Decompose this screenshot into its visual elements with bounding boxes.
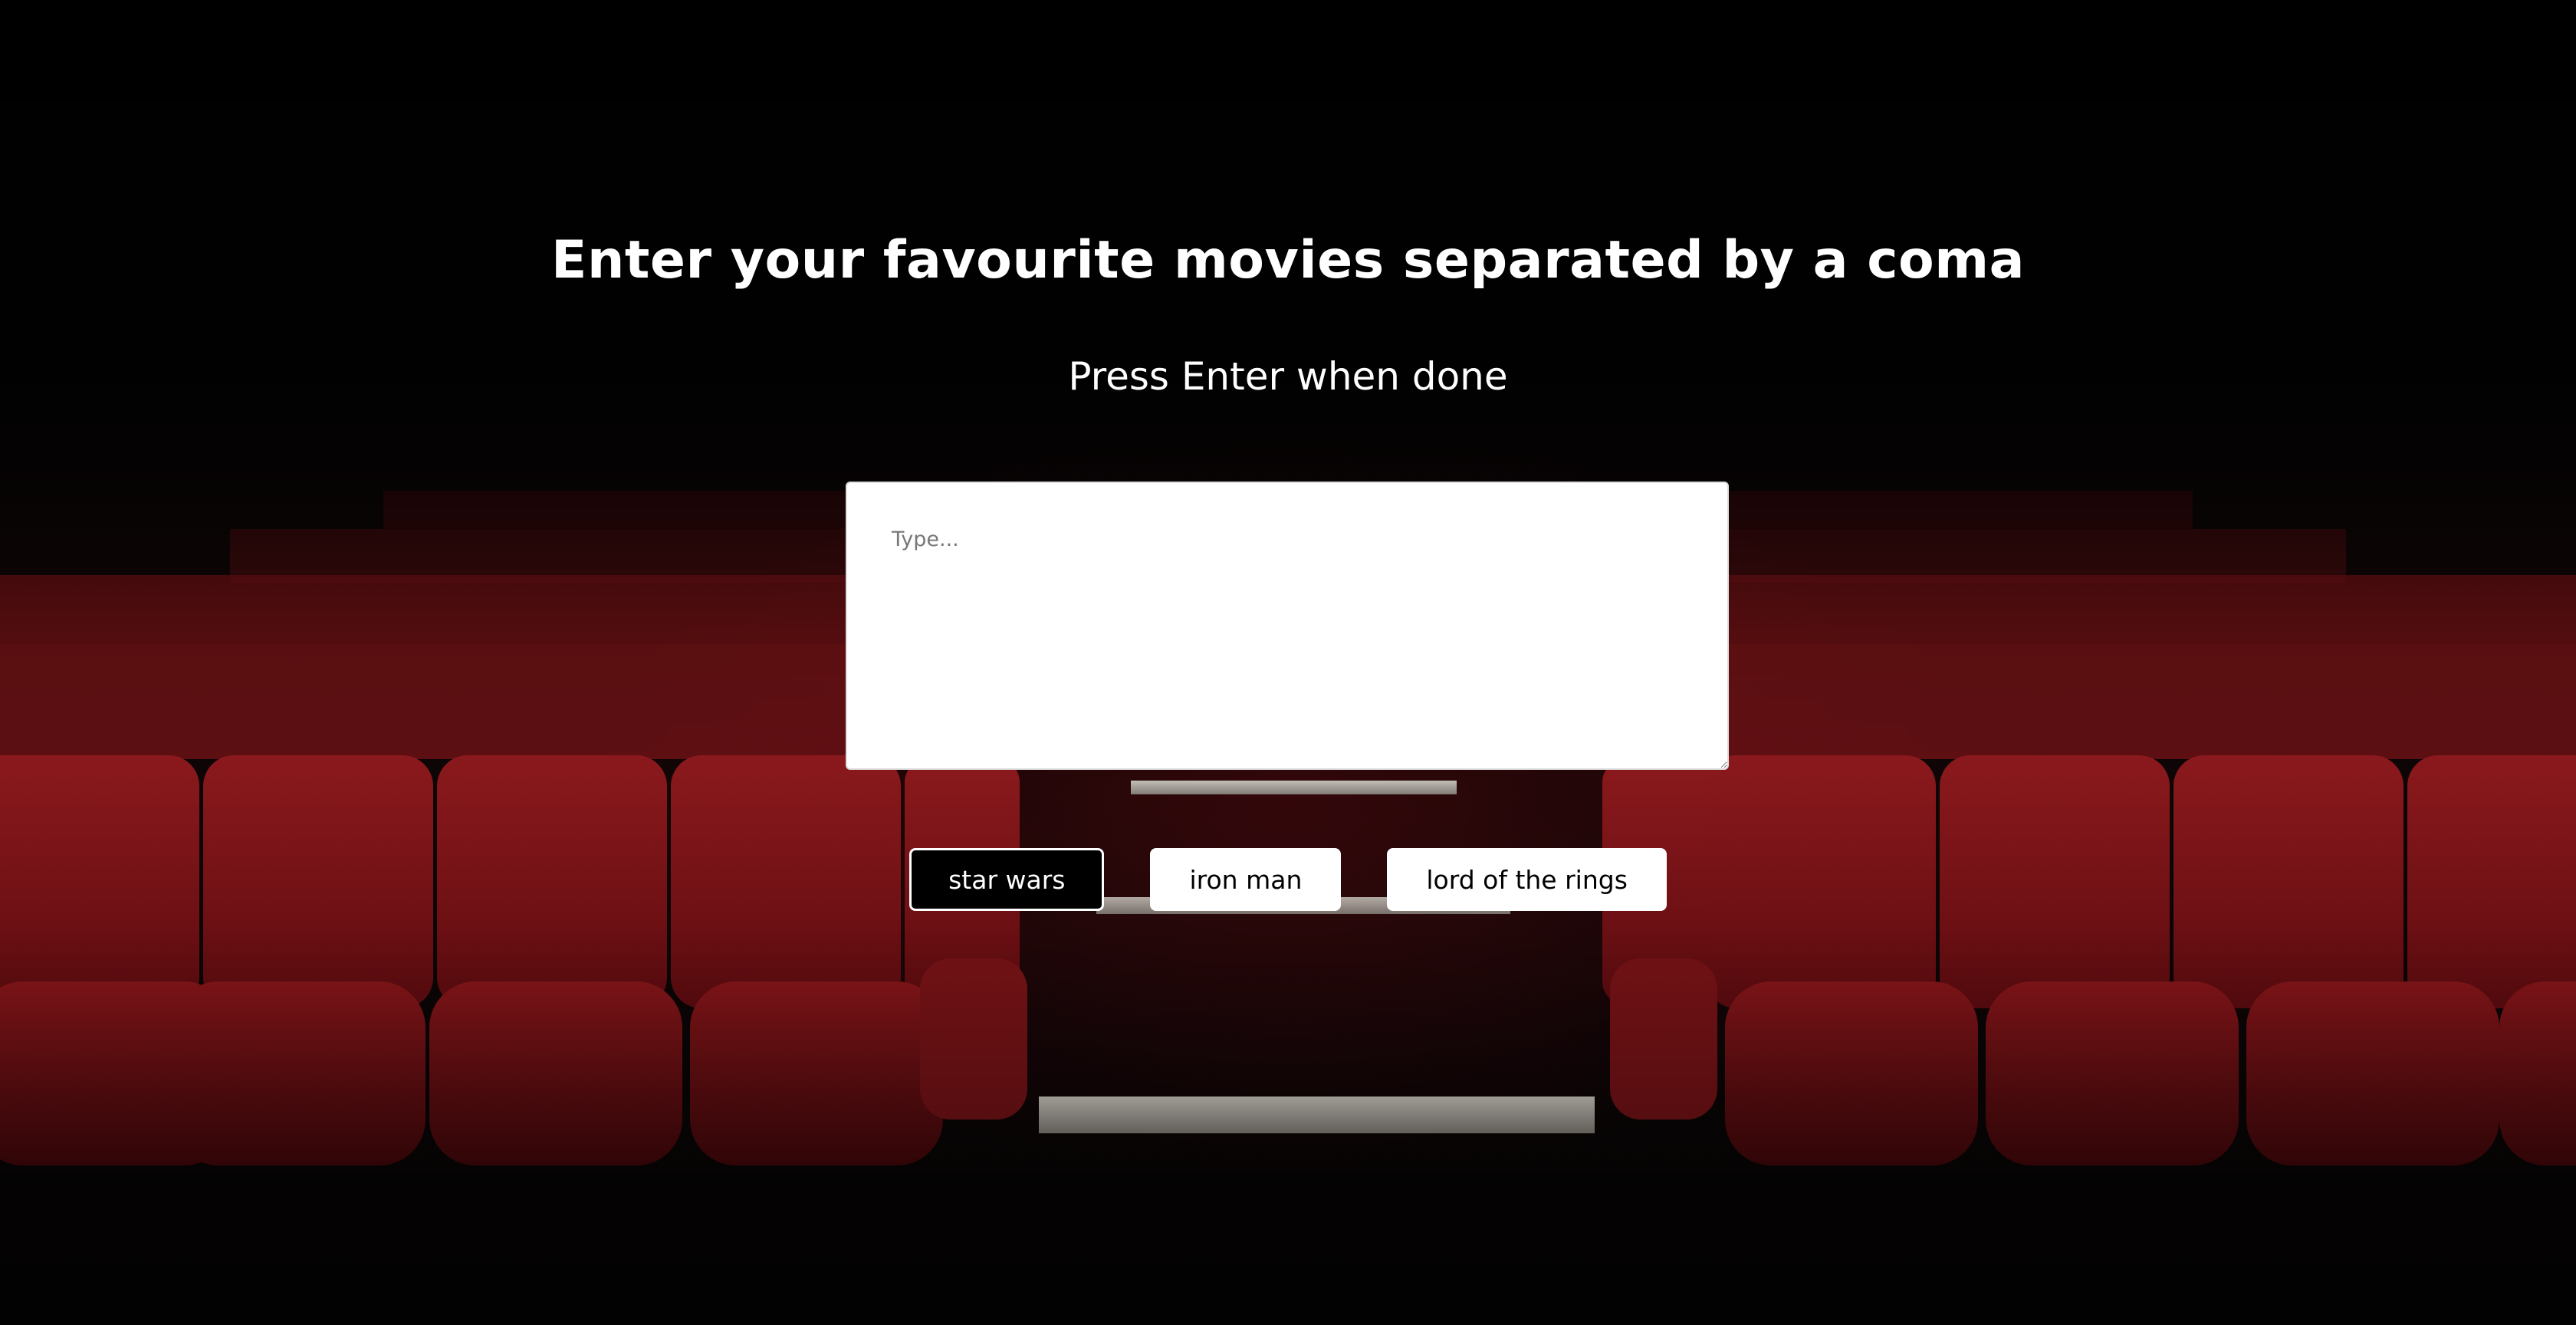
movie-suggestions: star wars iron man lord of the rings <box>0 848 2576 911</box>
movies-textarea[interactable] <box>846 482 1729 770</box>
main-content: Enter your favourite movies separated by… <box>0 0 2576 1325</box>
page: Enter your favourite movies separated by… <box>0 0 2576 1325</box>
suggestion-chip-star-wars[interactable]: star wars <box>909 848 1105 911</box>
page-title: Enter your favourite movies separated by… <box>551 230 2025 291</box>
suggestion-chip-lord-of-the-rings[interactable]: lord of the rings <box>1387 848 1667 911</box>
suggestion-chip-iron-man[interactable]: iron man <box>1150 848 1342 911</box>
page-subtitle: Press Enter when done <box>1068 354 1508 399</box>
